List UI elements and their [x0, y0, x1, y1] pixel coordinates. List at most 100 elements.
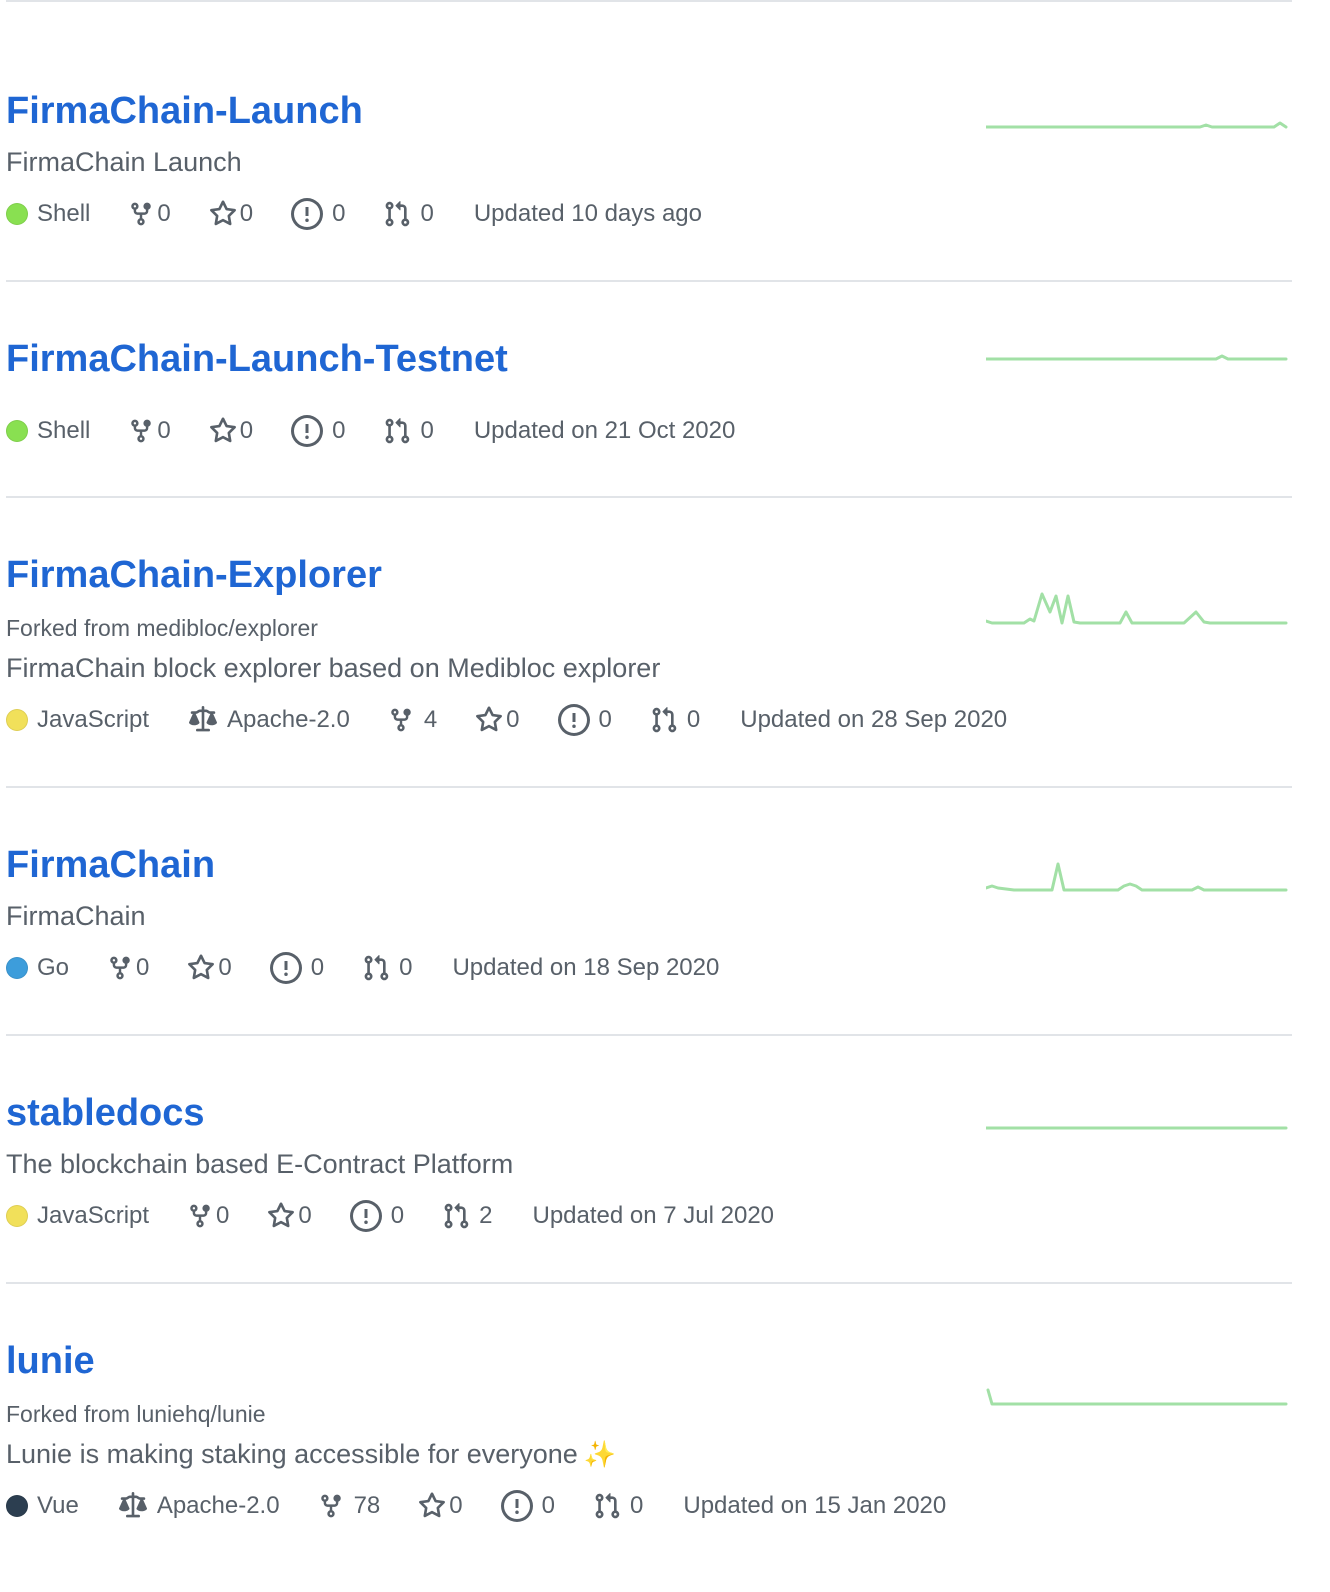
activity-sparkline — [986, 121, 1288, 129]
star-icon — [418, 1492, 446, 1520]
stars-link[interactable]: 0 — [209, 417, 253, 445]
repo-name-link[interactable]: stabledocs — [6, 1090, 205, 1136]
updated-time: Updated on 21 Oct 2020 — [473, 417, 736, 444]
issue-opened-icon — [500, 1490, 533, 1522]
issues-count: 0 — [541, 1492, 555, 1519]
stars-link[interactable]: 0 — [187, 954, 232, 982]
git-pull-request-icon — [383, 416, 411, 446]
repo-name-link[interactable]: FirmaChain-Explorer — [6, 552, 382, 598]
repo-name-link[interactable]: FirmaChain — [6, 842, 215, 888]
language-color-dot — [6, 203, 28, 225]
language-color-dot — [6, 957, 28, 979]
issues-link[interactable]: 0 — [500, 1490, 555, 1522]
language: JavaScript — [6, 706, 149, 734]
git-pull-request-icon — [442, 1201, 470, 1231]
stars-link[interactable]: 0 — [209, 200, 253, 228]
issues-link[interactable]: 0 — [269, 952, 325, 984]
license-name: Apache-2.0 — [156, 1492, 280, 1519]
pulls-count: 0 — [630, 1492, 644, 1519]
issues-link[interactable]: 0 — [291, 198, 345, 230]
forked-from-text[interactable]: Forked from medibloc/explorer — [6, 615, 318, 641]
forks-count: 0 — [136, 954, 150, 981]
forks-count: 0 — [216, 1202, 230, 1229]
forks-count: 78 — [353, 1492, 381, 1519]
activity-sparkline — [986, 592, 1288, 625]
forked-from-text[interactable]: Forked from luniehq/lunie — [6, 1401, 266, 1427]
language: Go — [6, 954, 69, 982]
repo-meta: JavaScript Apache-2.0 4 0 0 0 Updated on… — [6, 704, 1045, 736]
star-icon — [475, 706, 503, 734]
issues-count: 0 — [390, 1202, 405, 1229]
issues-count: 0 — [332, 417, 346, 444]
star-icon — [209, 417, 237, 445]
forks-link[interactable]: 0 — [107, 954, 149, 982]
repo-name-link[interactable]: FirmaChain-Launch — [6, 88, 363, 134]
repo-meta: Shell 0 0 0 0 Updated on 21 Oct 2020 — [6, 415, 773, 447]
issues-link[interactable]: 0 — [349, 1200, 405, 1232]
license-link[interactable]: Apache-2.0 — [117, 1492, 280, 1520]
pulls-link[interactable]: 0 — [383, 416, 434, 446]
issue-opened-icon — [291, 198, 324, 230]
stars-link[interactable]: 0 — [267, 1202, 312, 1230]
forks-link[interactable]: 4 — [388, 706, 437, 734]
language-name: Shell — [37, 200, 91, 227]
stars-link[interactable]: 0 — [418, 1492, 463, 1520]
license-link[interactable]: Apache-2.0 — [187, 706, 350, 734]
pulls-count: 0 — [420, 200, 434, 227]
repo-description: FirmaChain — [6, 901, 146, 931]
repo-item: FirmaChain-Launch FirmaChain Launch Shel… — [6, 2, 1292, 282]
updated-time: Updated on 28 Sep 2020 — [740, 706, 1008, 733]
pulls-link[interactable]: 0 — [362, 953, 412, 983]
issues-count: 0 — [598, 706, 612, 733]
repo-forked-icon — [318, 1492, 344, 1520]
repo-name-link[interactable]: lunie — [6, 1338, 95, 1384]
repo-name-link[interactable]: FirmaChain-Launch-Testnet — [6, 336, 508, 382]
language: Shell — [6, 417, 90, 445]
repo-meta: Shell 0 0 0 0 Updated 10 days ago — [6, 198, 740, 230]
language: Shell — [6, 200, 90, 228]
language-name: Shell — [37, 417, 91, 444]
language-name: Go — [37, 954, 70, 981]
forks-link[interactable]: 0 — [187, 1202, 229, 1230]
forks-link[interactable]: 0 — [128, 417, 171, 445]
pulls-count: 2 — [479, 1202, 493, 1229]
pulls-count: 0 — [420, 417, 434, 444]
repo-forked-icon — [187, 1202, 213, 1230]
activity-sparkline — [986, 1388, 1288, 1406]
stars-link[interactable]: 0 — [475, 706, 520, 734]
repo-description: The blockchain based E-Contract Platform — [6, 1149, 514, 1179]
repo-forked-icon — [128, 200, 154, 228]
star-icon — [187, 954, 215, 982]
repo-item: FirmaChain-Explorer Forked from medibloc… — [6, 498, 1292, 788]
repo-item: lunie Forked from luniehq/lunie Lunie is… — [6, 1284, 1292, 1590]
issue-opened-icon — [557, 704, 590, 736]
issues-link[interactable]: 0 — [291, 415, 345, 447]
pulls-count: 0 — [399, 954, 413, 981]
pulls-link[interactable]: 0 — [593, 1491, 643, 1521]
issues-count: 0 — [332, 200, 346, 227]
updated-time: Updated on 15 Jan 2020 — [683, 1492, 947, 1519]
issue-opened-icon — [349, 1200, 382, 1232]
pulls-link[interactable]: 2 — [442, 1201, 492, 1231]
issues-link[interactable]: 0 — [557, 704, 612, 736]
repo-description-text: Lunie is making staking accessible for e… — [6, 1439, 578, 1469]
activity-sparkline — [986, 354, 1288, 361]
issue-opened-icon — [291, 415, 324, 447]
pulls-link[interactable]: 0 — [650, 705, 700, 735]
repo-meta: Vue Apache-2.0 78 0 0 0 Updated on 15 Ja… — [6, 1490, 984, 1522]
repo-description: FirmaChain Launch — [6, 147, 242, 177]
forks-count: 0 — [157, 417, 171, 444]
forks-link[interactable]: 0 — [128, 200, 171, 228]
language-name: JavaScript — [37, 1202, 150, 1229]
language-name: Vue — [37, 1492, 79, 1519]
pulls-link[interactable]: 0 — [383, 199, 434, 229]
updated-time: Updated 10 days ago — [473, 200, 702, 227]
issue-opened-icon — [269, 952, 302, 984]
repo-item: stabledocs The blockchain based E-Contra… — [6, 1036, 1292, 1284]
forks-link[interactable]: 78 — [318, 1492, 381, 1520]
issues-count: 0 — [310, 954, 325, 981]
repo-description: Lunie is making staking accessible for e… — [6, 1437, 616, 1471]
stars-count: 0 — [239, 417, 254, 444]
stars-count: 0 — [239, 200, 254, 227]
updated-time: Updated on 7 Jul 2020 — [532, 1202, 775, 1229]
